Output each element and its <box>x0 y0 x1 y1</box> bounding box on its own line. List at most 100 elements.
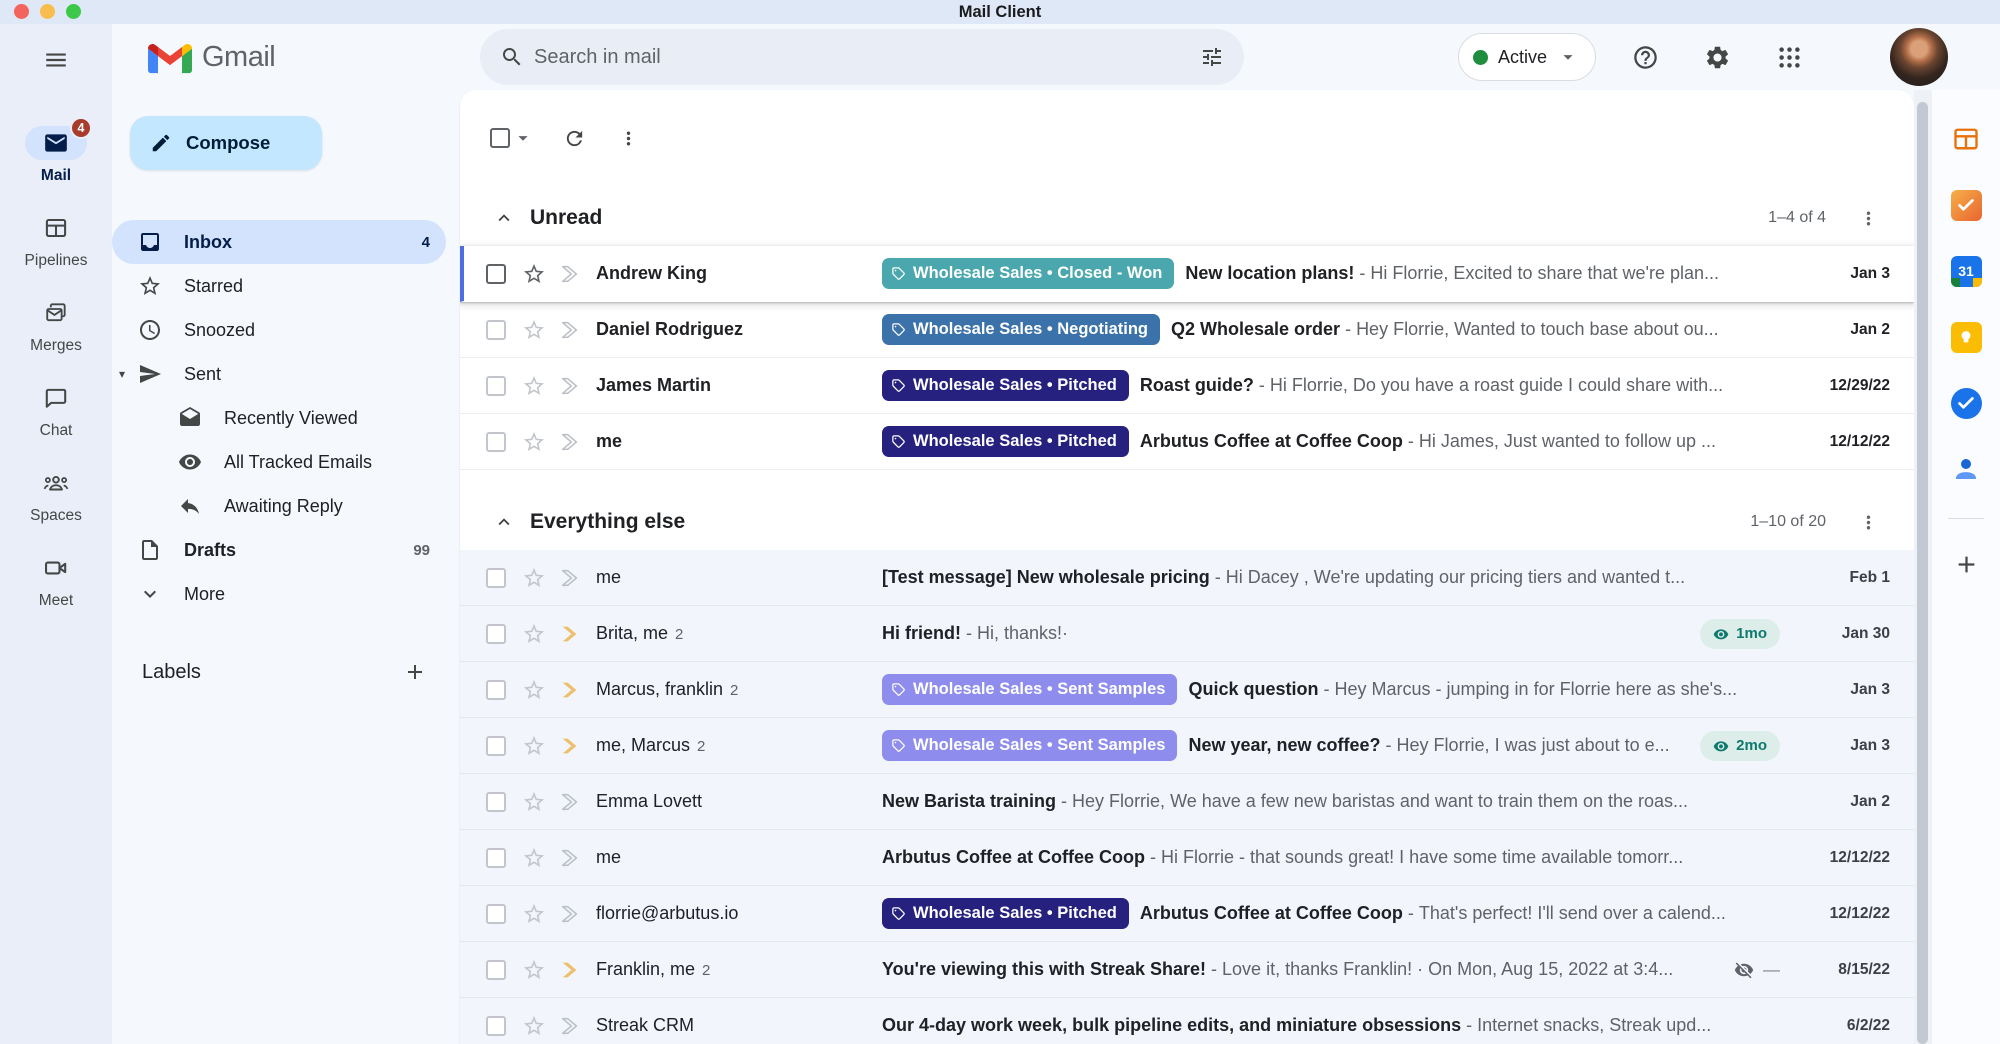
rail-item-merges[interactable]: Merges <box>25 296 87 355</box>
pipeline-stage-pill[interactable]: Wholesale Sales • Pitched <box>882 426 1129 457</box>
streak-pipeline-icon[interactable] <box>559 1015 581 1037</box>
star-icon[interactable] <box>522 958 546 982</box>
streak-pipeline-icon[interactable] <box>559 735 581 757</box>
row-checkbox[interactable] <box>486 264 506 284</box>
sidebar-item-more[interactable]: More <box>112 572 446 616</box>
status-dropdown[interactable]: Active <box>1458 33 1596 81</box>
row-checkbox[interactable] <box>486 432 506 452</box>
rail-item-spaces[interactable]: Spaces <box>25 466 87 525</box>
email-row[interactable]: Daniel RodriguezWholesale Sales • Negoti… <box>460 302 1914 358</box>
rail-item-chat[interactable]: Chat <box>25 381 87 440</box>
sidepanel-keep-button[interactable] <box>1943 314 1989 360</box>
streak-pipeline-icon[interactable] <box>559 431 581 453</box>
sidebar-item-all-tracked-emails[interactable]: All Tracked Emails <box>112 440 446 484</box>
star-icon[interactable] <box>522 846 546 870</box>
settings-button[interactable] <box>1694 34 1740 80</box>
main-menu-button[interactable] <box>34 38 78 82</box>
pipeline-stage-pill[interactable]: Wholesale Sales • Pitched <box>882 898 1129 929</box>
sidebar-item-starred[interactable]: Starred <box>112 264 446 308</box>
email-row[interactable]: florrie@arbutus.ioWholesale Sales • Pitc… <box>460 886 1914 942</box>
row-checkbox[interactable] <box>486 1016 506 1036</box>
sidebar-item-drafts[interactable]: Drafts99 <box>112 528 446 572</box>
sidebar-item-awaiting-reply[interactable]: Awaiting Reply <box>112 484 446 528</box>
star-icon[interactable] <box>522 734 546 758</box>
section-menu-button[interactable] <box>1848 198 1888 238</box>
sidepanel-add-button[interactable] <box>1943 541 1989 587</box>
row-checkbox[interactable] <box>486 736 506 756</box>
email-row[interactable]: meWholesale Sales • PitchedArbutus Coffe… <box>460 414 1914 470</box>
zoom-button[interactable] <box>66 4 81 19</box>
search-options-button[interactable] <box>1190 35 1234 79</box>
refresh-button[interactable] <box>552 116 596 160</box>
row-checkbox[interactable] <box>486 904 506 924</box>
streak-pipeline-icon[interactable] <box>559 263 581 285</box>
search-input[interactable] <box>534 46 1190 69</box>
sidebar-item-snoozed[interactable]: Snoozed <box>112 308 446 352</box>
sidepanel-contacts-button[interactable] <box>1943 446 1989 492</box>
rail-item-meet[interactable]: Meet <box>25 551 87 610</box>
close-button[interactable] <box>14 4 29 19</box>
select-dropdown-icon[interactable] <box>512 127 534 149</box>
select-all-checkbox[interactable] <box>490 128 510 148</box>
streak-pipeline-icon[interactable] <box>559 679 581 701</box>
create-label-button[interactable] <box>398 655 432 689</box>
pipeline-stage-pill[interactable]: Wholesale Sales • Sent Samples <box>882 730 1177 761</box>
sidepanel-tasks-button[interactable] <box>1943 380 1989 426</box>
row-checkbox[interactable] <box>486 960 506 980</box>
email-row[interactable]: Andrew KingWholesale Sales • Closed - Wo… <box>460 246 1914 302</box>
section-collapse-button[interactable] <box>486 504 522 540</box>
star-icon[interactable] <box>522 566 546 590</box>
email-row[interactable]: Marcus, franklin2Wholesale Sales • Sent … <box>460 662 1914 718</box>
streak-pipeline-icon[interactable] <box>559 567 581 589</box>
pipeline-stage-pill[interactable]: Wholesale Sales • Closed - Won <box>882 258 1174 289</box>
star-icon[interactable] <box>522 262 546 286</box>
star-icon[interactable] <box>522 430 546 454</box>
row-checkbox[interactable] <box>486 376 506 396</box>
row-checkbox[interactable] <box>486 624 506 644</box>
email-row[interactable]: Franklin, me2You're viewing this with St… <box>460 942 1914 998</box>
section-menu-button[interactable] <box>1848 502 1888 542</box>
row-checkbox[interactable] <box>486 848 506 868</box>
more-options-button[interactable] <box>606 116 650 160</box>
compose-button[interactable]: Compose <box>130 116 322 170</box>
star-icon[interactable] <box>522 318 546 342</box>
row-checkbox[interactable] <box>486 320 506 340</box>
account-avatar[interactable] <box>1890 28 1948 86</box>
pipeline-stage-pill[interactable]: Wholesale Sales • Pitched <box>882 370 1129 401</box>
help-button[interactable] <box>1622 34 1668 80</box>
sidepanel-streak-mail-button[interactable] <box>1943 182 1989 228</box>
minimize-button[interactable] <box>40 4 55 19</box>
sidebar-item-recently-viewed[interactable]: Recently Viewed <box>112 396 446 440</box>
scrollbar-thumb[interactable] <box>1917 102 1928 1044</box>
row-checkbox[interactable] <box>486 680 506 700</box>
sidepanel-streak-pipelines-button[interactable] <box>1943 116 1989 162</box>
pipeline-stage-pill[interactable]: Wholesale Sales • Sent Samples <box>882 674 1177 705</box>
rail-item-mail[interactable]: 4Mail <box>25 126 87 185</box>
streak-pipeline-icon[interactable] <box>559 959 581 981</box>
search-button[interactable] <box>490 35 534 79</box>
star-icon[interactable] <box>522 622 546 646</box>
star-icon[interactable] <box>522 678 546 702</box>
row-checkbox[interactable] <box>486 792 506 812</box>
rail-item-pipelines[interactable]: Pipelines <box>25 211 88 270</box>
sidepanel-calendar-button[interactable]: 31 <box>1943 248 1989 294</box>
star-icon[interactable] <box>522 374 546 398</box>
streak-pipeline-icon[interactable] <box>559 375 581 397</box>
pipeline-stage-pill[interactable]: Wholesale Sales • Negotiating <box>882 314 1160 345</box>
email-row[interactable]: meArbutus Coffee at Coffee Coop - Hi Flo… <box>460 830 1914 886</box>
streak-pipeline-icon[interactable] <box>559 319 581 341</box>
star-icon[interactable] <box>522 1014 546 1038</box>
sidebar-item-sent[interactable]: ▾Sent <box>112 352 446 396</box>
sidebar-item-inbox[interactable]: Inbox4 <box>112 220 446 264</box>
apps-button[interactable] <box>1766 34 1812 80</box>
email-row[interactable]: Streak CRMOur 4-day work week, bulk pipe… <box>460 998 1914 1044</box>
row-checkbox[interactable] <box>486 568 506 588</box>
email-row[interactable]: James MartinWholesale Sales • PitchedRoa… <box>460 358 1914 414</box>
expand-triangle-icon[interactable]: ▾ <box>119 367 125 381</box>
star-icon[interactable] <box>522 790 546 814</box>
email-row[interactable]: Emma LovettNew Barista training - Hey Fl… <box>460 774 1914 830</box>
email-row[interactable]: Brita, me2Hi friend! - Hi, thanks!·1moJa… <box>460 606 1914 662</box>
email-row[interactable]: me[Test message] New wholesale pricing -… <box>460 550 1914 606</box>
streak-pipeline-icon[interactable] <box>559 623 581 645</box>
section-collapse-button[interactable] <box>486 200 522 236</box>
